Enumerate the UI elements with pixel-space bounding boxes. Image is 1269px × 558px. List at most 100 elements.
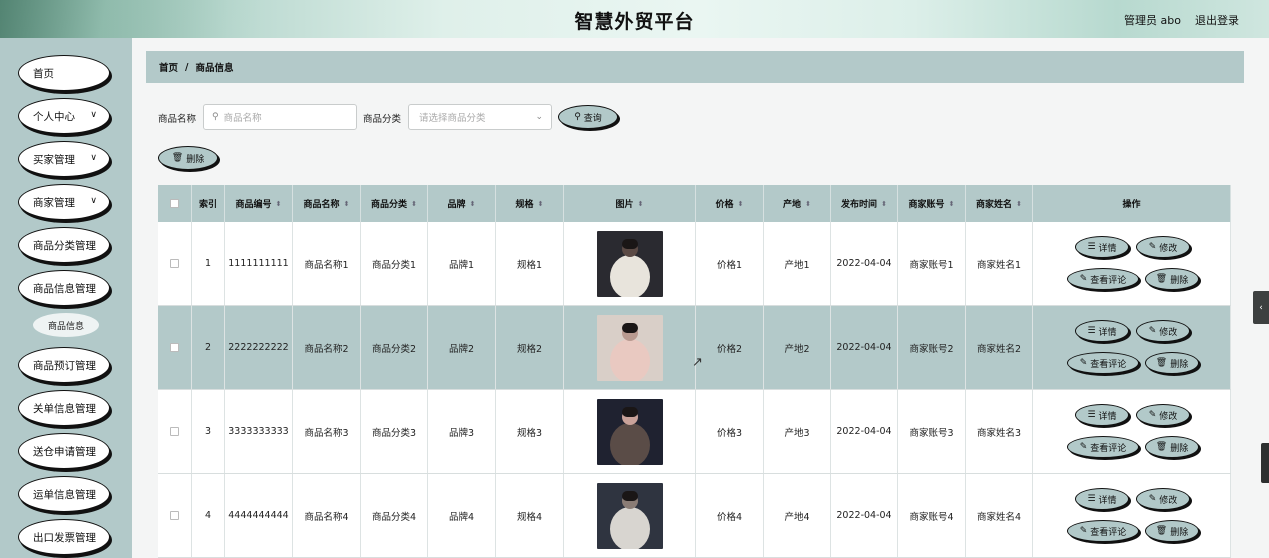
row-checkbox-cell (158, 222, 192, 305)
product-image[interactable] (596, 230, 663, 297)
cell-name: 商品名称2 (293, 306, 361, 389)
action-label: 修改 (1159, 243, 1178, 254)
column-header[interactable]: 操作 (1033, 185, 1231, 222)
pencil-icon: ✎ (1079, 274, 1088, 284)
collapse-panel-icon[interactable]: ‹ (1253, 291, 1269, 324)
row-checkbox[interactable] (170, 343, 179, 352)
breadcrumb-home[interactable]: 首页 (159, 60, 178, 74)
sidebar-item-3[interactable]: 商家管理 ∨ (18, 184, 110, 220)
column-header[interactable]: 商品编号 ⬍ (225, 185, 293, 222)
cell-index: 1 (192, 222, 225, 305)
view-comments-button[interactable]: ✎ 查看评论 (1067, 436, 1139, 458)
row-delete-button[interactable]: 🗑 删除 (1145, 436, 1199, 458)
column-header[interactable]: 产地 ⬍ (764, 185, 831, 222)
column-header[interactable]: 商家账号 ⬍ (898, 185, 966, 222)
table-row[interactable]: 1 1111111111 商品名称1 商品分类1 品牌1 规格1 价格1 产地1 2022-04… (158, 222, 1231, 306)
sort-icon[interactable]: ⬍ (470, 200, 476, 208)
edit-button[interactable]: ✎ 修改 (1136, 320, 1190, 342)
sidebar-item-2[interactable]: 买家管理 ∨ (18, 141, 110, 177)
column-header-label: 发布时间 (841, 200, 878, 210)
column-header[interactable]: 发布时间 ⬍ (831, 185, 898, 222)
sidebar-item-7[interactable]: 关单信息管理 (18, 390, 110, 426)
row-delete-button[interactable]: 🗑 删除 (1145, 520, 1199, 542)
sort-icon[interactable]: ⬍ (638, 200, 644, 208)
pencil-icon: ✎ (1148, 410, 1157, 420)
edit-button[interactable]: ✎ 修改 (1136, 488, 1190, 510)
view-comments-button[interactable]: ✎ 查看评论 (1067, 520, 1139, 542)
sidebar-subitem-goods-info[interactable]: 商品信息 (33, 313, 99, 337)
row-checkbox[interactable] (170, 427, 179, 436)
cell-spec: 规格1 (496, 222, 564, 305)
sort-icon[interactable]: ⬍ (411, 200, 417, 208)
sidebar-item-10[interactable]: 出口发票管理 (18, 519, 110, 555)
column-header[interactable]: 商家姓名 ⬍ (966, 185, 1033, 222)
table-row[interactable]: 4 4444444444 商品名称4 商品分类4 品牌4 规格4 价格4 产地4 2022-04… (158, 474, 1231, 558)
cell-merchant: 商家姓名2 (966, 306, 1033, 389)
cell-date: 2022-04-04 (831, 474, 898, 557)
sidebar-item-6[interactable]: 商品预订管理 (18, 347, 110, 383)
cell-account: 商家账号3 (898, 390, 966, 473)
sidebar-item-9[interactable]: 运单信息管理 (18, 476, 110, 512)
cell-spec: 规格3 (496, 390, 564, 473)
sidebar-item-label: 商品预订管理 (33, 359, 96, 372)
sidebar-item-5[interactable]: 商品信息管理 (18, 270, 110, 306)
detail-button[interactable]: ☰ 详情 (1075, 404, 1129, 426)
cell-merchant: 商家姓名1 (966, 222, 1033, 305)
cell-name: 商品名称3 (293, 390, 361, 473)
sort-icon[interactable]: ⬍ (738, 200, 744, 208)
column-header[interactable]: 品牌 ⬍ (428, 185, 496, 222)
select-all-checkbox[interactable] (170, 199, 179, 208)
sort-icon[interactable]: ⬍ (805, 200, 811, 208)
side-widget-handle[interactable] (1261, 443, 1269, 483)
bulk-delete-button[interactable]: 🗑 删除 (158, 146, 218, 170)
column-header-label: 图片 (615, 200, 634, 210)
view-comments-button[interactable]: ✎ 查看评论 (1067, 352, 1139, 374)
edit-button[interactable]: ✎ 修改 (1136, 404, 1190, 426)
column-header[interactable]: 规格 ⬍ (496, 185, 564, 222)
column-header[interactable]: 索引 (192, 185, 225, 222)
detail-button[interactable]: ☰ 详情 (1075, 320, 1129, 342)
row-checkbox[interactable] (170, 511, 179, 520)
name-search-input[interactable]: ⚲ 商品名称 (203, 104, 357, 130)
document-icon: ☰ (1087, 410, 1096, 420)
action-label: 详情 (1098, 327, 1117, 338)
row-delete-button[interactable]: 🗑 删除 (1145, 352, 1199, 374)
name-search-label: 商品名称 (158, 114, 197, 125)
column-header[interactable]: 商品分类 ⬍ (361, 185, 428, 222)
row-delete-button[interactable]: 🗑 删除 (1145, 268, 1199, 290)
trash-icon: 🗑 (1155, 274, 1168, 284)
sidebar-item-8[interactable]: 送仓申请管理 (18, 433, 110, 469)
edit-button[interactable]: ✎ 修改 (1136, 236, 1190, 258)
view-comments-button[interactable]: ✎ 查看评论 (1067, 268, 1139, 290)
detail-button[interactable]: ☰ 详情 (1075, 488, 1129, 510)
action-label: 查看评论 (1090, 359, 1127, 370)
sidebar-item-0[interactable]: 首页 (18, 55, 110, 91)
sidebar-item-1[interactable]: 个人中心 ∨ (18, 98, 110, 134)
column-header[interactable]: 商品名称 ⬍ (293, 185, 361, 222)
category-select[interactable]: 请选择商品分类 ⌄ (408, 104, 552, 130)
cell-account: 商家账号1 (898, 222, 966, 305)
table-row[interactable]: 3 3333333333 商品名称3 商品分类3 品牌3 规格3 价格3 产地3 2022-04… (158, 390, 1231, 474)
product-image[interactable] (596, 482, 663, 549)
sidebar-item-4[interactable]: 商品分类管理 (18, 227, 110, 263)
sidebar-item-label: 个人中心 (33, 110, 75, 123)
column-header-label: 操作 (1122, 200, 1141, 210)
logout-link[interactable]: 退出登录 (1195, 12, 1239, 28)
cell-category: 商品分类1 (361, 222, 428, 305)
sort-icon[interactable]: ⬍ (949, 200, 955, 208)
column-header[interactable]: 图片 ⬍ (564, 185, 696, 222)
sort-icon[interactable]: ⬍ (538, 200, 544, 208)
sort-icon[interactable]: ⬍ (1016, 200, 1022, 208)
sort-icon[interactable]: ⬍ (881, 200, 887, 208)
column-header[interactable]: 价格 ⬍ (696, 185, 764, 222)
detail-button[interactable]: ☰ 详情 (1075, 236, 1129, 258)
query-button[interactable]: ⚲ 查询 (558, 105, 618, 129)
product-image[interactable] (596, 398, 663, 465)
row-checkbox[interactable] (170, 259, 179, 268)
product-image[interactable] (596, 314, 663, 381)
sidebar-item-label: 买家管理 (33, 153, 75, 166)
table-row[interactable]: 2 2222222222 商品名称2 商品分类2 品牌2 规格2 价格2 产地2 2022-04… (158, 306, 1231, 390)
sort-icon[interactable]: ⬍ (344, 200, 350, 208)
sort-icon[interactable]: ⬍ (276, 200, 282, 208)
cell-index: 3 (192, 390, 225, 473)
